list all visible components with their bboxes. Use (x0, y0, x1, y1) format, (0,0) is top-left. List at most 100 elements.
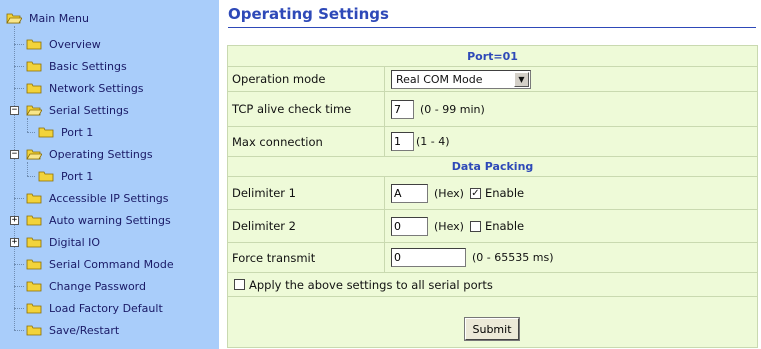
open-folder-icon (26, 104, 42, 116)
menu-item-label: Accessible IP Settings (49, 191, 169, 205)
menu-item-label: Serial Settings (49, 103, 129, 117)
collapse-toggle-serial-settings[interactable]: − (10, 106, 19, 115)
menu-item-operating-port-1[interactable]: Port 1 (38, 167, 93, 185)
folder-icon (26, 324, 42, 336)
sidebar-menu: − − + + Main Menu Overview Basic Setting… (0, 0, 221, 349)
force-transmit-label: Force transmit (228, 243, 385, 272)
data-packing-header-label: Data Packing (451, 160, 534, 173)
open-folder-icon (26, 148, 42, 160)
folder-icon (26, 214, 42, 226)
delimiter2-unit: (Hex) (434, 219, 464, 233)
menu-item-overview[interactable]: Overview (26, 35, 101, 53)
menu-item-label: Change Password (49, 279, 146, 293)
menu-item-label: Port 1 (61, 125, 94, 139)
max-connection-value: (1 - 4) (391, 127, 450, 156)
menu-item-label: Network Settings (49, 81, 144, 95)
collapse-toggle-operating-settings[interactable]: − (10, 150, 19, 159)
max-connection-label: Max connection (228, 127, 385, 156)
menu-item-label: Basic Settings (49, 59, 127, 73)
menu-item-accessible-ip[interactable]: Accessible IP Settings (26, 189, 169, 207)
menu-item-label: Overview (49, 37, 101, 51)
force-transmit-hint: (0 - 65535 ms) (472, 251, 554, 264)
menu-item-serial-port-1[interactable]: Port 1 (38, 123, 93, 141)
menu-item-network-settings[interactable]: Network Settings (26, 79, 144, 97)
delimiter2-enable-label: Enable (484, 219, 525, 233)
tree-line (27, 162, 28, 176)
operation-mode-value: Real COM Mode ▼ (391, 67, 531, 91)
folder-icon (38, 126, 54, 138)
delimiter1-row: Delimiter 1 (Hex) ✓ Enable (228, 176, 757, 209)
tree-line (14, 88, 24, 89)
delimiter2-label: Delimiter 2 (228, 210, 385, 242)
delimiter1-unit: (Hex) (434, 186, 464, 200)
menu-item-digital-io[interactable]: Digital IO (26, 233, 100, 251)
menu-item-save-restart[interactable]: Save/Restart (26, 321, 119, 339)
menu-item-load-factory-default[interactable]: Load Factory Default (26, 299, 163, 317)
menu-item-label: Save/Restart (49, 323, 120, 337)
delimiter2-input[interactable] (391, 216, 428, 236)
menu-item-label: Port 1 (61, 169, 94, 183)
force-transmit-input[interactable] (391, 248, 466, 267)
delimiter1-value: (Hex) ✓ Enable (391, 177, 524, 209)
delimiter1-enable-checkbox[interactable]: ✓ (469, 187, 481, 199)
menu-item-operating-settings[interactable]: Operating Settings (26, 145, 153, 163)
apply-all-control: Apply the above settings to all serial p… (228, 273, 493, 296)
folder-icon (26, 38, 42, 50)
menu-item-serial-command-mode[interactable]: Serial Command Mode (26, 255, 174, 273)
operation-mode-label: Operation mode (228, 67, 385, 91)
app-window: − − + + Main Menu Overview Basic Setting… (0, 0, 761, 349)
menu-root[interactable]: Main Menu (6, 9, 89, 27)
menu-item-serial-settings[interactable]: Serial Settings (26, 101, 129, 119)
menu-item-label: Operating Settings (49, 147, 153, 161)
apply-all-checkbox[interactable] (234, 279, 245, 290)
expand-toggle-digital-io[interactable]: + (10, 238, 19, 247)
folder-icon (26, 82, 42, 94)
delimiter1-enable-label: Enable (484, 186, 525, 200)
delimiter1-label: Delimiter 1 (228, 177, 385, 209)
open-folder-icon (6, 12, 22, 24)
chevron-down-icon[interactable]: ▼ (514, 71, 529, 87)
tree-line (14, 44, 24, 45)
page-title: Operating Settings (228, 5, 389, 23)
tree-line (14, 286, 24, 287)
tcp-alive-input[interactable] (391, 99, 414, 119)
delimiter2-value: (Hex) Enable (391, 210, 524, 242)
max-connection-input[interactable] (391, 132, 414, 151)
menu-item-label: Auto warning Settings (49, 213, 171, 227)
tcp-alive-row: TCP alive check time (0 - 99 min) (228, 91, 757, 126)
delimiter1-input[interactable] (391, 183, 428, 203)
delimiter2-row: Delimiter 2 (Hex) Enable (228, 209, 757, 242)
delimiter2-enable-checkbox[interactable] (469, 220, 481, 232)
tree-line (27, 132, 35, 133)
max-connection-hint: (1 - 4) (416, 135, 450, 148)
tcp-alive-value: (0 - 99 min) (391, 92, 485, 126)
folder-icon (38, 170, 54, 182)
port-section-header: Port=01 (228, 46, 757, 66)
menu-item-label: Serial Command Mode (49, 257, 174, 271)
tree-line (14, 308, 24, 309)
operation-mode-selected: Real COM Mode (396, 72, 483, 86)
tree-line (14, 264, 24, 265)
folder-icon (26, 302, 42, 314)
expand-toggle-auto-warning[interactable]: + (10, 216, 19, 225)
port-header-label: Port=01 (467, 49, 518, 63)
folder-icon (26, 236, 42, 248)
tree-line (27, 118, 28, 132)
data-packing-header: Data Packing (228, 156, 757, 176)
tcp-alive-hint: (0 - 99 min) (420, 102, 485, 116)
tcp-alive-label: TCP alive check time (228, 92, 385, 126)
title-divider (228, 27, 756, 28)
menu-item-auto-warning[interactable]: Auto warning Settings (26, 211, 171, 229)
menu-item-label: Digital IO (49, 235, 101, 249)
folder-icon (26, 280, 42, 292)
folder-icon (26, 258, 42, 270)
menu-item-basic-settings[interactable]: Basic Settings (26, 57, 127, 75)
tree-line (14, 330, 24, 331)
settings-form: Port=01 Operation mode Real COM Mode ▼ T… (227, 45, 758, 348)
menu-item-change-password[interactable]: Change Password (26, 277, 146, 295)
folder-icon (26, 192, 42, 204)
operation-mode-select[interactable]: Real COM Mode ▼ (391, 69, 531, 89)
max-connection-row: Max connection (1 - 4) (228, 126, 757, 156)
force-transmit-value: (0 - 65535 ms) (391, 243, 553, 272)
submit-button[interactable]: Submit (464, 317, 520, 341)
